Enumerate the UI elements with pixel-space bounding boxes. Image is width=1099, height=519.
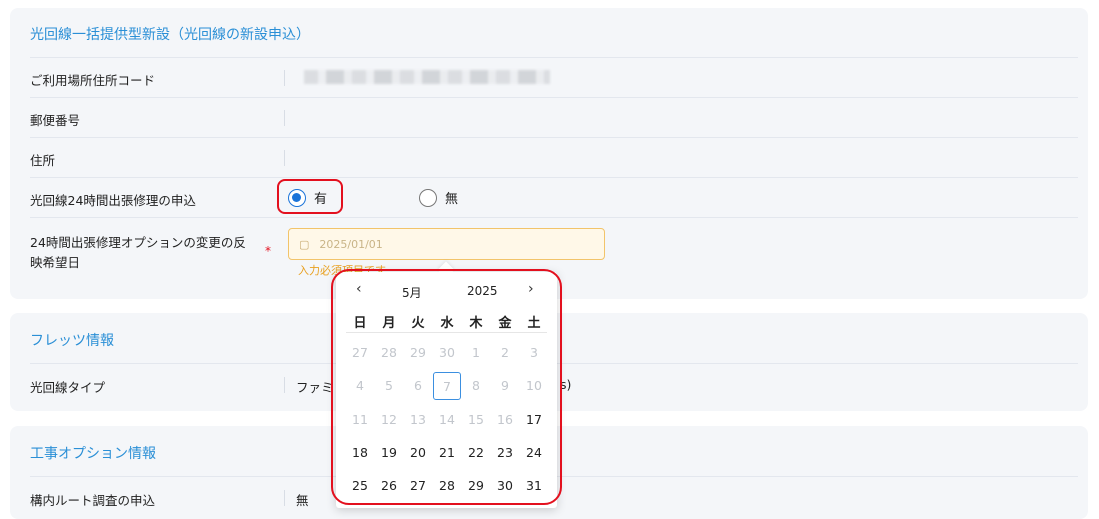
divider (284, 490, 285, 506)
line-type-value: ファミ (296, 380, 334, 395)
row-address-code: ご利用場所住所コード (30, 57, 1078, 97)
divider (284, 377, 285, 393)
label-line2: 映希望日 (30, 255, 81, 270)
radio-unchecked-icon (419, 188, 437, 207)
required-mark: * (265, 244, 271, 258)
section-title: 光回線一括提供型新設（光回線の新設申込） (30, 27, 310, 43)
row-label: 郵便番号 (30, 113, 81, 128)
divider (284, 150, 285, 166)
row-postal-code: 郵便番号 (30, 97, 1078, 137)
highlight-calendar-box (331, 269, 562, 505)
highlight-radio-box (277, 179, 343, 214)
row-label: 光回線24時間出張修理の申込 (30, 193, 196, 208)
date-placeholder: 2025/01/01 (319, 237, 383, 251)
route-survey-value: 無 (296, 493, 309, 508)
divider (284, 70, 285, 86)
radio-no[interactable]: 無 (419, 188, 458, 207)
radio-no-label: 無 (445, 192, 459, 207)
section-title: 工事オプション情報 (30, 446, 156, 462)
row-label: 構内ルート調査の申込 (30, 493, 156, 508)
masked-value (304, 70, 550, 84)
section-title: フレッツ情報 (30, 333, 114, 349)
row-label: 住所 (30, 153, 56, 168)
row-label: ご利用場所住所コード (30, 73, 156, 88)
calendar-icon: ▢ (299, 237, 310, 251)
divider (284, 110, 285, 126)
date-input[interactable]: ▢ 2025/01/01 (288, 228, 605, 260)
label-line1: 24時間出張修理オプションの変更の反 (30, 235, 246, 250)
row-repair-24h: 光回線24時間出張修理の申込 (30, 177, 1078, 217)
row-address: 住所 (30, 137, 1078, 177)
row-label: 光回線タイプ (30, 380, 106, 395)
row-label: 24時間出張修理オプションの変更の反 映希望日 (30, 233, 246, 273)
